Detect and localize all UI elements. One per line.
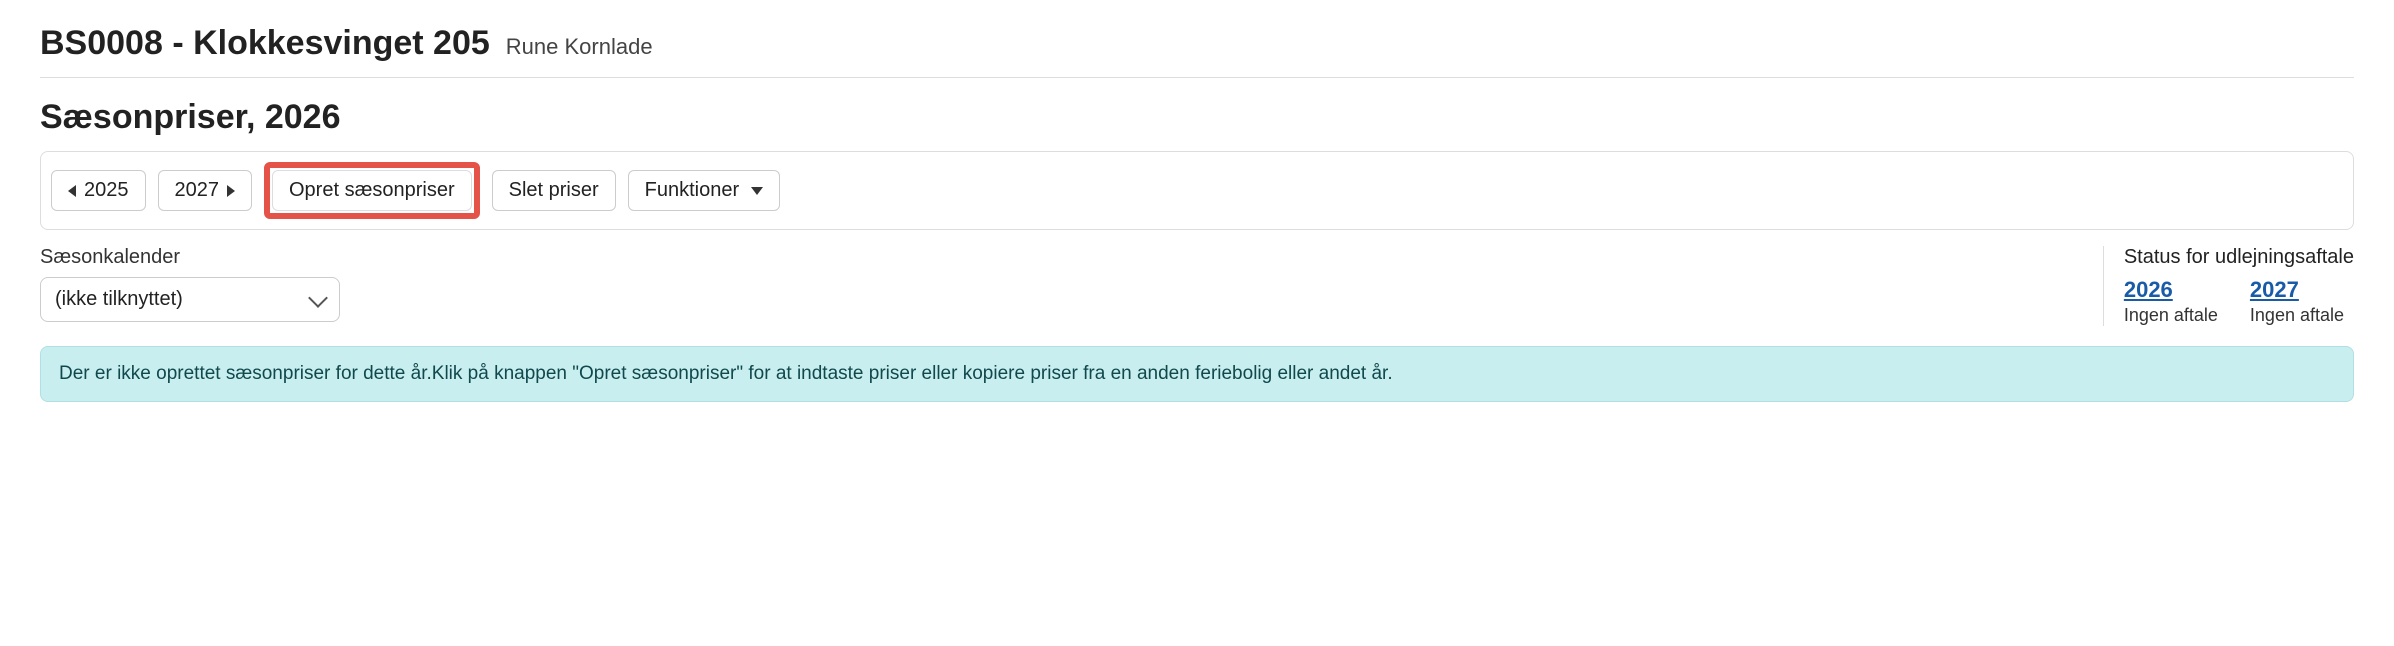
highlight-frame: Opret sæsonpriser xyxy=(264,162,480,219)
status-year-1: 2027 Ingen aftale xyxy=(2250,277,2344,326)
info-banner-text: Der er ikke oprettet sæsonpriser for det… xyxy=(59,363,1393,384)
season-calendar-value: (ikke tilknyttet) xyxy=(55,288,183,311)
status-year-text-0: Ingen aftale xyxy=(2124,305,2218,326)
create-label: Opret sæsonpriser xyxy=(289,179,455,202)
page-header: BS0008 - Klokkesvinget 205 Rune Kornlade xyxy=(40,24,2354,78)
status-year-link-1[interactable]: 2027 xyxy=(2250,277,2299,302)
chevron-down-icon xyxy=(308,288,328,308)
page-title: Sæsonpriser, 2026 xyxy=(40,98,2354,137)
status-year-0: 2026 Ingen aftale xyxy=(2124,277,2218,326)
functions-label: Funktioner xyxy=(645,179,740,202)
status-year-text-1: Ingen aftale xyxy=(2250,305,2344,326)
info-banner: Der er ikke oprettet sæsonpriser for det… xyxy=(40,346,2354,402)
next-year-button[interactable]: 2027 xyxy=(158,170,253,211)
create-season-prices-button[interactable]: Opret sæsonpriser xyxy=(272,170,472,211)
prev-year-button[interactable]: 2025 xyxy=(51,170,146,211)
status-title: Status for udlejningsaftale xyxy=(2124,246,2354,269)
delete-prices-button[interactable]: Slet priser xyxy=(492,170,616,211)
season-calendar-label: Sæsonkalender xyxy=(40,246,340,269)
owner-name: Rune Kornlade xyxy=(506,34,653,60)
status-year-link-0[interactable]: 2026 xyxy=(2124,277,2173,302)
season-calendar-select[interactable]: (ikke tilknyttet) xyxy=(40,277,340,322)
caret-down-icon xyxy=(751,187,763,195)
delete-label: Slet priser xyxy=(509,179,599,202)
functions-dropdown-button[interactable]: Funktioner xyxy=(628,170,781,211)
chevron-left-icon xyxy=(68,185,76,197)
season-calendar-block: Sæsonkalender (ikke tilknyttet) xyxy=(40,246,340,322)
rental-agreement-status: Status for udlejningsaftale 2026 Ingen a… xyxy=(2103,246,2354,326)
toolbar: 2025 2027 Opret sæsonpriser Slet priser … xyxy=(40,151,2354,230)
chevron-right-icon xyxy=(227,185,235,197)
prev-year-label: 2025 xyxy=(84,179,129,202)
next-year-label: 2027 xyxy=(175,179,220,202)
property-title: BS0008 - Klokkesvinget 205 xyxy=(40,24,490,63)
